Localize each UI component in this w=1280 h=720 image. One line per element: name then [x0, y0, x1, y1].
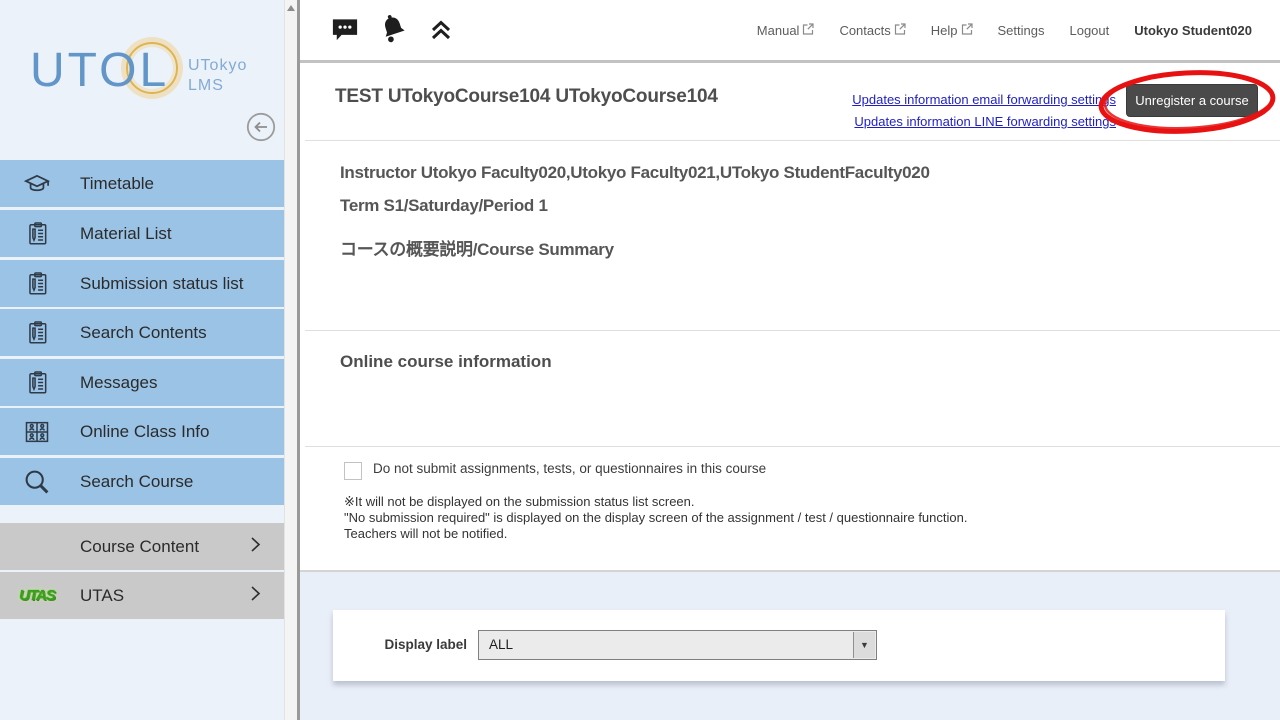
main-content: Manual Contacts Help — [300, 0, 1280, 720]
sidebar-item-label: Course Content — [80, 537, 199, 557]
do-not-submit-label: Do not submit assignments, tests, or que… — [373, 461, 766, 476]
course-summary-heading: コースの概要説明/Course Summary — [340, 235, 614, 260]
collapse-sidebar-button[interactable] — [246, 112, 276, 142]
selected-option: ALL — [489, 631, 513, 659]
sidebar-item-label: Online Class Info — [80, 422, 209, 442]
topbar-divider — [300, 60, 1280, 63]
logout-link[interactable]: Logout — [1069, 23, 1109, 38]
display-filter-card: Display label ALL ▼ — [333, 610, 1225, 681]
search-icon — [22, 467, 52, 497]
external-link-icon — [961, 23, 973, 38]
logo-subtitle-line2: LMS — [188, 76, 247, 96]
note-line: ※It will not be displayed on the submiss… — [344, 494, 967, 510]
sidebar-item-search-course[interactable]: Search Course — [0, 458, 284, 505]
utol-logo[interactable]: UTOL UTokyo LMS — [30, 40, 270, 110]
sidebar-item-label: UTAS — [80, 586, 124, 606]
utas-logo-icon: UTAS — [22, 581, 52, 611]
settings-link[interactable]: Settings — [998, 23, 1045, 38]
chevron-right-icon — [248, 535, 262, 559]
sidebar-item-label: Submission status list — [80, 274, 243, 294]
course-title: TEST UTokyoCourse104 UTokyoCourse104 — [335, 86, 718, 108]
sidebar-item-search-contents[interactable]: Search Contents — [0, 309, 284, 356]
note-line: "No submission required" is displayed on… — [344, 510, 967, 526]
sidebar-item-timetable[interactable]: Timetable — [0, 160, 284, 207]
scroll-up-arrow-icon[interactable] — [287, 5, 295, 11]
external-link-icon — [894, 23, 906, 38]
sidebar-item-label: Material List — [80, 224, 172, 244]
notifications-bell-icon[interactable] — [376, 12, 412, 48]
external-link-icon — [802, 23, 814, 38]
update-forwarding-links: Updates information email forwarding set… — [760, 89, 1116, 133]
current-user-name: Utokyo Student020 — [1134, 23, 1252, 38]
sidebar-item-course-content[interactable]: Course Content — [0, 523, 284, 570]
sidebar-item-submission-status-list[interactable]: Submission status list — [0, 260, 284, 307]
clipboard-icon — [22, 219, 52, 249]
sidebar-item-material-list[interactable]: Material List — [0, 210, 284, 257]
select-dropdown-arrow-icon[interactable]: ▼ — [853, 632, 875, 658]
graduation-cap-icon — [22, 169, 52, 199]
sidebar-scrollbar[interactable] — [284, 0, 297, 720]
topbar-links: Manual Contacts Help — [757, 0, 1252, 60]
sidebar-item-utas[interactable]: UTAS UTAS — [0, 572, 284, 619]
utol-lms-screen: UTOL UTokyo LMS Timetab — [0, 0, 1280, 720]
email-forwarding-settings-link[interactable]: Updates information email forwarding set… — [760, 89, 1116, 111]
do-not-submit-checkbox[interactable] — [344, 462, 362, 480]
section-divider — [305, 330, 1280, 331]
line-forwarding-settings-link[interactable]: Updates information LINE forwarding sett… — [760, 111, 1116, 133]
logo-subtitle-line1: UTokyo — [188, 56, 247, 76]
clipboard-icon — [22, 318, 52, 348]
online-course-info-heading: Online course information — [340, 352, 552, 372]
topbar-icons — [330, 0, 454, 60]
course-instructor: Instructor Utokyo Faculty020,Utokyo Facu… — [340, 163, 930, 183]
do-not-submit-notes: ※It will not be displayed on the submiss… — [344, 494, 967, 542]
display-label-caption: Display label — [373, 637, 467, 652]
manual-link[interactable]: Manual — [757, 23, 815, 38]
sidebar-item-label: Search Course — [80, 472, 193, 492]
sidebar-item-messages[interactable]: Messages — [0, 359, 284, 406]
sidebar-item-label: Search Contents — [80, 323, 207, 343]
sidebar-item-label: Timetable — [80, 174, 154, 194]
logo-subtitle: UTokyo LMS — [188, 56, 247, 96]
sidebar-item-label: Messages — [80, 373, 157, 393]
sidebar-item-online-class-info[interactable]: Online Class Info — [0, 408, 284, 455]
people-grid-icon — [22, 417, 52, 447]
unregister-course-button[interactable]: Unregister a course — [1126, 84, 1258, 117]
back-arrow-icon — [246, 130, 276, 145]
header-divider — [305, 140, 1280, 141]
note-line: Teachers will not be notified. — [344, 526, 967, 542]
contacts-link[interactable]: Contacts — [839, 23, 905, 38]
clipboard-icon — [22, 269, 52, 299]
display-label-select[interactable]: ALL ▼ — [478, 630, 877, 660]
messages-speech-bubble-icon[interactable] — [330, 17, 360, 44]
section-divider — [305, 446, 1280, 447]
sidebar: UTOL UTokyo LMS Timetab — [0, 0, 284, 720]
course-term: Term S1/Saturday/Period 1 — [340, 196, 548, 216]
logo-text: UTOL — [30, 44, 169, 97]
help-link[interactable]: Help — [931, 23, 973, 38]
chevron-right-icon — [248, 584, 262, 608]
collapse-topbar-double-chevron-up-icon[interactable] — [428, 17, 454, 43]
clipboard-icon — [22, 368, 52, 398]
